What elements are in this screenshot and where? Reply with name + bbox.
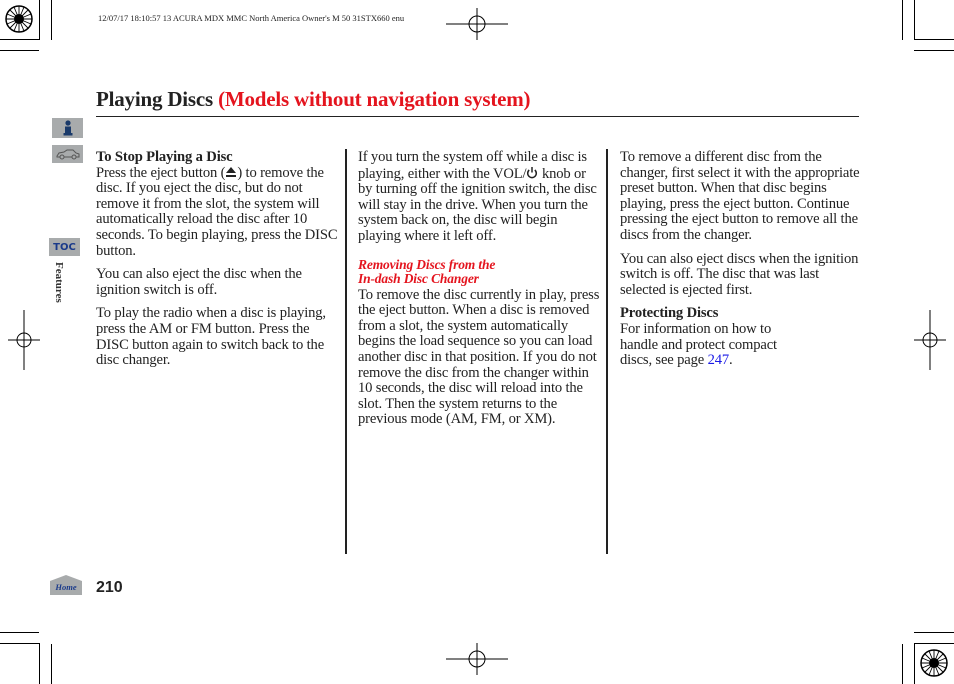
- text: .: [729, 352, 733, 369]
- paragraph: Press the eject button () to remove the …: [96, 164, 341, 260]
- paragraph: To remove the disc currently in play, pr…: [358, 286, 600, 428]
- info-icon: [63, 120, 72, 136]
- column-2: If you turn the system off while a disc …: [358, 149, 603, 436]
- paragraph: You can also eject discs when the igniti…: [620, 250, 859, 298]
- registration-target-icon: [920, 649, 948, 677]
- info-button[interactable]: [52, 118, 83, 138]
- paragraph: For information on how to handle and prot…: [620, 320, 865, 369]
- title-rule: [96, 116, 859, 117]
- print-slug: 12/07/17 18:10:57 13 ACURA MDX MMC North…: [98, 13, 405, 23]
- page-title-qualifier: (Models without navigation system): [218, 87, 531, 111]
- subheading-removing-discs: Removing Discs from the In-dash Disc Chan…: [358, 256, 603, 286]
- column-divider: [345, 149, 347, 554]
- toc-button[interactable]: TOC: [49, 238, 80, 256]
- column-divider: [606, 149, 608, 554]
- car-icon: [56, 149, 79, 160]
- crosshair-right-icon: [914, 310, 946, 370]
- paragraph: You can also eject the disc when the ign…: [96, 266, 302, 298]
- text: handle and protect compact: [620, 336, 777, 353]
- home-label: Home: [54, 582, 76, 592]
- page-number: 210: [96, 579, 123, 596]
- column-1: To Stop Playing a Disc Press the eject b…: [96, 149, 341, 377]
- text: In-dash Disc Changer: [358, 270, 479, 286]
- paragraph: To play the radio when a disc is playing…: [96, 305, 326, 369]
- crosshair-bottom-icon: [446, 643, 508, 675]
- power-icon: [527, 166, 538, 178]
- home-button[interactable]: Home: [50, 575, 82, 595]
- text: For information on how to: [620, 320, 772, 337]
- column-3: To remove a different disc from the chan…: [620, 149, 865, 377]
- car-index-button[interactable]: [52, 145, 83, 163]
- heading-stop-playing: To Stop Playing a Disc: [96, 149, 233, 165]
- text: Removing Discs from the: [358, 256, 496, 272]
- section-tab-features: Features: [53, 262, 65, 303]
- paragraph: To remove a different disc from the chan…: [620, 149, 860, 243]
- text: discs, see page: [620, 352, 708, 369]
- heading-protecting-discs: Protecting Discs: [620, 305, 719, 322]
- registration-target-icon: [5, 5, 33, 33]
- crosshair-top-icon: [446, 8, 508, 40]
- page-title: Playing Discs (Models without navigation…: [96, 87, 531, 112]
- page-link-247[interactable]: 247: [708, 352, 730, 368]
- text: Press the eject button (: [96, 164, 226, 181]
- eject-icon: [226, 166, 237, 177]
- page-title-main: Playing Discs: [96, 87, 213, 111]
- crosshair-left-icon: [8, 310, 40, 370]
- paragraph: If you turn the system off while a disc …: [358, 149, 603, 245]
